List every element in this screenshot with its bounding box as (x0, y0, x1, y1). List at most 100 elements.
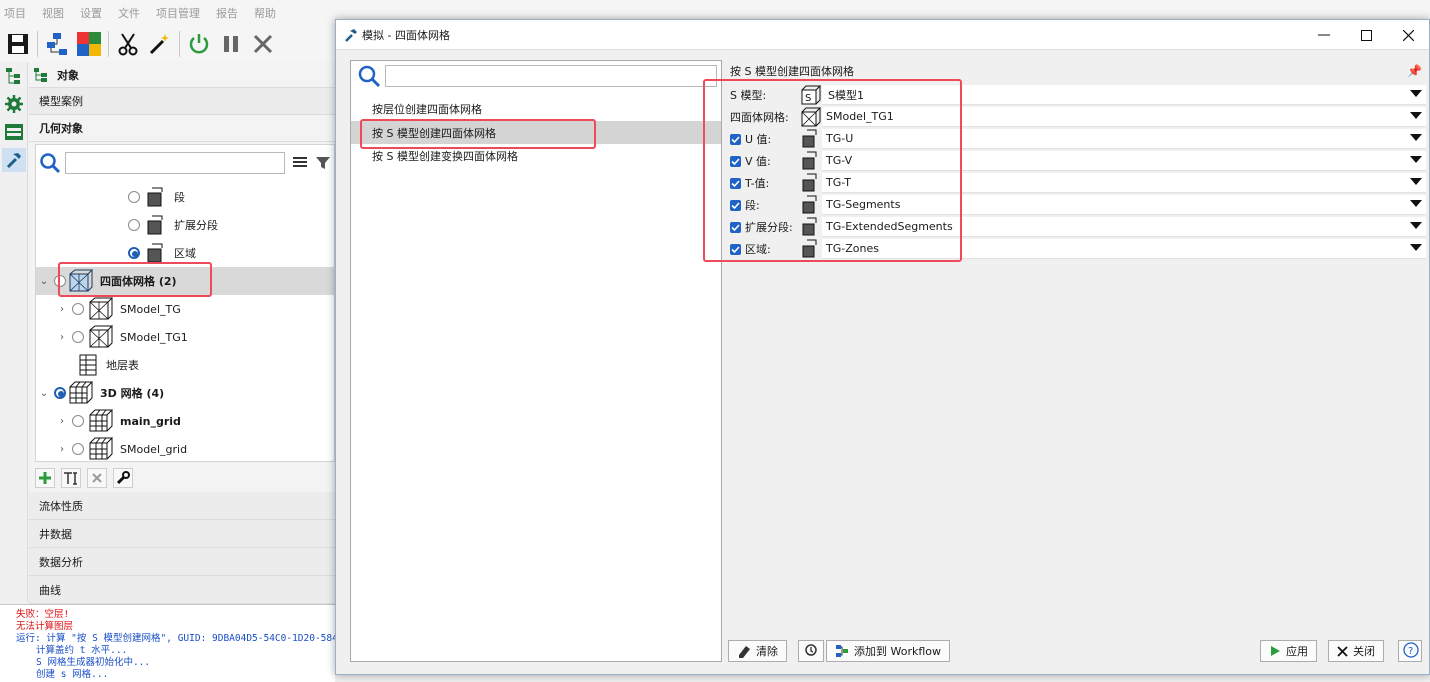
chevron-right-icon[interactable]: › (56, 304, 68, 315)
chevron-down-icon[interactable]: ⌄ (38, 276, 50, 287)
dropdown-arrow-icon[interactable] (1410, 244, 1422, 251)
tetra-mesh-select[interactable]: SModel_TG1 (822, 107, 1426, 127)
radio-button[interactable] (72, 331, 84, 343)
settings-gear-icon[interactable] (2, 92, 26, 116)
t-checkbox[interactable] (730, 177, 741, 189)
wrench-icon[interactable] (113, 468, 133, 488)
tree-row-segments[interactable]: 段 (36, 183, 336, 211)
radio-button[interactable] (54, 275, 66, 287)
radio-button-selected[interactable] (128, 247, 140, 259)
close-icon[interactable] (1387, 20, 1429, 50)
dropdown-arrow-icon[interactable] (1410, 112, 1422, 119)
radio-button[interactable] (128, 219, 140, 231)
section-curves[interactable]: 曲线 (29, 576, 335, 604)
tree-row-main-grid[interactable]: › main_grid (36, 407, 336, 435)
tree-row-zones[interactable]: 区域 (36, 239, 336, 267)
object-tree-icon[interactable] (2, 64, 26, 88)
close-icon (1337, 645, 1348, 657)
method-item-by-smodel[interactable]: 按 S 模型创建四面体网格 (351, 121, 721, 144)
chevron-right-icon[interactable]: › (56, 332, 68, 343)
u-checkbox[interactable] (730, 133, 741, 145)
tree-row-tetra-mesh[interactable]: ⌄ 四面体网格 (2) (36, 267, 336, 295)
tree-row-3d-grid[interactable]: ⌄ 3D 网格 (4) (36, 379, 336, 407)
hammer-icon[interactable] (2, 148, 26, 172)
menu-project[interactable]: 项目 (4, 5, 26, 21)
layout-panel-icon[interactable] (2, 120, 26, 144)
filter-icon[interactable] (315, 155, 331, 171)
chevron-right-icon[interactable]: › (56, 416, 68, 427)
v-checkbox[interactable] (730, 155, 741, 167)
reset-button[interactable] (798, 640, 824, 662)
help-button[interactable]: ? (1398, 640, 1422, 662)
radio-button[interactable] (128, 191, 140, 203)
dropdown-arrow-icon[interactable] (1410, 178, 1422, 185)
apply-button[interactable]: 应用 (1260, 640, 1317, 662)
rename-text-icon[interactable] (61, 468, 81, 488)
magic-wand-icon[interactable] (144, 28, 176, 60)
menu-project-management[interactable]: 项目管理 (156, 5, 200, 21)
tree-search-input[interactable] (65, 152, 285, 174)
zones-checkbox[interactable] (730, 243, 741, 255)
extended-segments-select[interactable]: TG-ExtendedSegments (822, 217, 1426, 237)
tree-row-strat-table[interactable]: 地层表 (36, 351, 336, 379)
chevron-right-icon[interactable]: › (56, 444, 68, 455)
delete-icon[interactable] (87, 468, 107, 488)
t-select[interactable]: TG-T (822, 173, 1426, 193)
stop-icon[interactable] (247, 28, 279, 60)
dropdown-arrow-icon[interactable] (1410, 200, 1422, 207)
save-icon[interactable] (2, 28, 34, 60)
reset-icon (804, 643, 818, 660)
section-geometry-objects[interactable]: 几何对象 (29, 115, 335, 142)
dropdown-arrow-icon[interactable] (1410, 134, 1422, 141)
method-search-input[interactable] (385, 65, 717, 87)
section-data-analysis[interactable]: 数据分析 (29, 548, 335, 576)
clear-button[interactable]: 清除 (728, 640, 787, 662)
cut-icon[interactable] (112, 28, 144, 60)
menu-report[interactable]: 报告 (216, 5, 238, 21)
minimize-icon[interactable] (1303, 20, 1345, 50)
dropdown-arrow-icon[interactable] (1410, 90, 1422, 97)
section-fluid-properties[interactable]: 流体性质 (29, 492, 335, 520)
radio-button[interactable] (72, 443, 84, 455)
close-button[interactable]: 关闭 (1328, 640, 1384, 662)
method-item-by-horizon[interactable]: 按层位创建四面体网格 (351, 97, 721, 120)
extended-segments-checkbox[interactable] (730, 221, 741, 233)
pin-icon[interactable]: 📌 (1407, 64, 1422, 78)
plugin-puzzle-icon[interactable] (73, 28, 105, 60)
tree-row-smodel-tg[interactable]: › SModel_TG (36, 295, 336, 323)
radio-button[interactable] (72, 415, 84, 427)
u-select[interactable]: TG-U (822, 129, 1426, 149)
v-select[interactable]: TG-V (822, 151, 1426, 171)
add-icon[interactable] (35, 468, 55, 488)
section-well-data[interactable]: 井数据 (29, 520, 335, 548)
menu-file[interactable]: 文件 (118, 5, 140, 21)
pause-icon[interactable] (215, 28, 247, 60)
radio-button[interactable] (72, 303, 84, 315)
section-model-cases[interactable]: 模型案例 (29, 88, 335, 115)
tree-row-extended-segments[interactable]: 扩展分段 (36, 211, 336, 239)
zones-select[interactable]: TG-Zones (822, 239, 1426, 259)
tree-structure-icon[interactable] (41, 28, 73, 60)
maximize-icon[interactable] (1345, 20, 1387, 50)
menu-help[interactable]: 帮助 (254, 5, 276, 21)
radio-button-selected[interactable] (54, 387, 66, 399)
tree-row-smodel-grid[interactable]: › SModel_grid (36, 435, 336, 463)
segments-checkbox[interactable] (730, 199, 741, 211)
method-item-label: 按 S 模型创建四面体网格 (372, 126, 496, 140)
add-to-workflow-button[interactable]: 添加到 Workflow (826, 640, 951, 662)
property-cube-icon (800, 238, 822, 260)
list-options-icon[interactable] (291, 155, 309, 171)
power-icon[interactable] (183, 28, 215, 60)
method-item-by-smodel-transform[interactable]: 按 S 模型创建变换四面体网格 (351, 144, 721, 167)
chevron-down-icon[interactable]: ⌄ (38, 388, 50, 399)
tree-row-smodel-tg1[interactable]: › SModel_TG1 (36, 323, 336, 351)
segments-select[interactable]: TG-Segments (822, 195, 1426, 215)
dropdown-arrow-icon[interactable] (1410, 156, 1422, 163)
menu-view[interactable]: 视图 (42, 5, 64, 21)
section-label: 流体性质 (39, 499, 83, 513)
smodel-select[interactable]: S模型1 (822, 85, 1426, 105)
tree-toolbar (35, 466, 335, 490)
menu-settings[interactable]: 设置 (80, 5, 102, 21)
parameters-header: 按 S 模型创建四面体网格 (730, 65, 854, 78)
dropdown-arrow-icon[interactable] (1410, 222, 1422, 229)
